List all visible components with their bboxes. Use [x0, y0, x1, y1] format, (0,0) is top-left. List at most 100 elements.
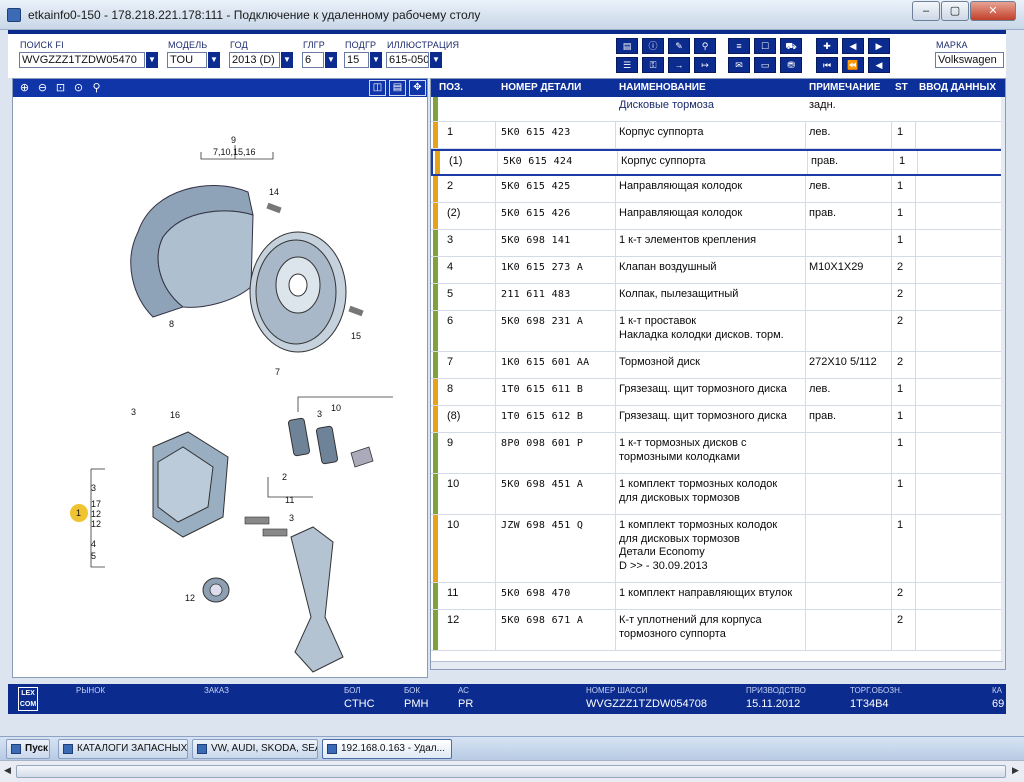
table-row[interactable]: 6 5K0 698 231 A 1 к-т проставок Накладка ко… [431, 311, 1005, 352]
status-value-gearbox: PMH [404, 698, 429, 710]
status-value-production: 15.11.2012 [746, 698, 801, 710]
table-row[interactable]: 9 8P0 098 601 P 1 к-т тормозных дисков с то… [431, 433, 1005, 474]
table-row[interactable]: 11 5K0 698 470 1 комплект направляющих вту… [431, 583, 1005, 610]
cell-part-number[interactable]: JZW 698 451 Q [501, 519, 583, 533]
column-header-name[interactable]: НАИМЕНОВАНИЕ [619, 82, 706, 93]
column-header-st[interactable]: ST [895, 82, 908, 93]
cell-part-number[interactable]: 5K0 615 424 [503, 155, 573, 169]
back-icon[interactable]: ◀ [842, 38, 864, 54]
prev-page-icon[interactable]: ⏪ [842, 57, 864, 73]
window-titlebar[interactable]: etkainfo0-150 - 178.218.221.178:111 - По… [0, 0, 1024, 30]
taskbar-item-remote-desktop[interactable]: 192.168.0.163 - Удал... [322, 739, 452, 759]
model-select[interactable]: TOU [167, 52, 207, 68]
table-row[interactable]: 3 5K0 698 141 1 к-т элементов крепления 1 [431, 230, 1005, 257]
subgroup-select[interactable]: 15 [344, 52, 369, 68]
main-group-select[interactable]: 6 [302, 52, 324, 68]
window-horizontal-scrollbar[interactable]: ◀ ▶ [0, 760, 1024, 782]
search-parts-icon[interactable]: ⚲ [694, 38, 716, 54]
arrow-right-icon[interactable]: → [668, 57, 690, 73]
illustration-select[interactable]: 615-050 [386, 52, 429, 68]
callout-label: 10 [331, 403, 341, 413]
scroll-thumb[interactable] [16, 765, 1006, 778]
brand-select[interactable]: Volkswagen [935, 52, 1004, 68]
cart-icon[interactable]: ⛟ [780, 38, 802, 54]
chevron-down-icon[interactable]: ▼ [208, 52, 220, 68]
cell-part-number[interactable]: 5K0 698 141 [501, 234, 571, 248]
table-row[interactable]: 10 JZW 698 451 Q 1 комплект тормозных коло… [431, 515, 1005, 583]
cell-part-number[interactable]: 5K0 615 425 [501, 180, 571, 194]
minimize-button[interactable]: – [912, 1, 940, 21]
year-select[interactable]: 2013 (D) [229, 52, 280, 68]
chevron-down-icon[interactable]: ▼ [370, 52, 382, 68]
scroll-right-icon[interactable]: ▶ [1012, 765, 1019, 776]
list-icon[interactable]: ☰ [616, 57, 638, 73]
jump-icon[interactable]: ↦ [694, 57, 716, 73]
table-row[interactable]: 1 5K0 615 423 Корпус суппорта лев. 1 [431, 122, 1005, 149]
vertical-scrollbar[interactable] [1001, 97, 1005, 669]
cell-name-line: тормозными колодками [619, 450, 741, 463]
column-header-part-number[interactable]: НОМЕР ДЕТАЛИ [501, 82, 581, 93]
table-row[interactable]: 10 5K0 698 451 A 1 комплект тормозных коло… [431, 474, 1005, 515]
column-header-note[interactable]: ПРИМЕЧАНИЕ [809, 82, 880, 93]
document-icon[interactable]: ▭ [754, 57, 776, 73]
cell-part-number[interactable]: 1T0 615 611 B [501, 383, 583, 397]
start-button[interactable]: Пуск [6, 739, 50, 759]
note-icon[interactable]: ✉ [728, 57, 750, 73]
table-row[interactable]: 8 1T0 615 611 B Грязезащ. щит тормозного д… [431, 379, 1005, 406]
cell-part-number[interactable]: 5K0 698 451 A [501, 478, 583, 492]
taskbar-item-vw-audi[interactable]: VW, AUDI, SKODA, SEAT [192, 739, 318, 759]
cell-part-number[interactable]: 5K0 698 470 [501, 587, 571, 601]
zoom-in-icon[interactable]: ⊕ [17, 81, 32, 95]
cell-part-number[interactable]: 8P0 098 601 P [501, 437, 583, 451]
chevron-down-icon[interactable]: ▼ [146, 52, 158, 68]
table-row[interactable]: 7 1K0 615 601 AA Тормозной диск 272X10 5/11… [431, 352, 1005, 379]
forward-icon[interactable]: ▶ [868, 38, 890, 54]
print-icon[interactable]: ▤ [616, 38, 638, 54]
key-icon[interactable]: ⚿ [642, 57, 664, 73]
zoom-fit-icon[interactable]: ⊙ [71, 81, 86, 95]
elsa-icon[interactable]: ≡ [728, 38, 750, 54]
zoom-out-icon[interactable]: ⊖ [35, 81, 50, 95]
service-icon[interactable]: ☐ [754, 38, 776, 54]
cell-part-number[interactable]: 1T0 615 612 B [501, 410, 583, 424]
cell-part-number[interactable]: 5K0 698 231 A [501, 315, 583, 329]
search-fi-input[interactable]: WVGZZZ1TZDW05470 [19, 52, 145, 68]
table-row[interactable]: (2) 5K0 615 426 Направляющая колодок прав. 1 [431, 203, 1005, 230]
chevron-down-icon[interactable]: ▼ [281, 52, 293, 68]
scroll-left-icon[interactable]: ◀ [4, 765, 11, 776]
column-header-data-entry[interactable]: ВВОД ДАННЫХ [919, 82, 996, 93]
table-row[interactable]: 4 1K0 615 273 A Клапан воздушный M10X1X29 2 [431, 257, 1005, 284]
chevron-down-icon[interactable]: ▼ [325, 52, 337, 68]
row-marker [433, 97, 438, 121]
pan-icon[interactable]: ✥ [409, 80, 426, 96]
table-row[interactable]: 5 211 611 483 Колпак, пылезащитный 2 [431, 284, 1005, 311]
zoom-area-icon[interactable]: ⊡ [53, 81, 68, 95]
next-page-icon[interactable]: ◀ [868, 57, 890, 73]
cell-part-number[interactable]: 1K0 615 601 AA [501, 356, 590, 370]
info-icon[interactable]: ⓘ [642, 38, 664, 54]
taskbar-item-catalogs[interactable]: КАТАЛОГИ ЗАПАСНЫХ ... [58, 739, 188, 759]
table-row[interactable]: 12 5K0 698 671 A К-т уплотнений для корпус… [431, 610, 1005, 651]
table-view-icon[interactable]: ▤ [389, 80, 406, 96]
magnifier-icon[interactable]: ⚲ [89, 81, 104, 95]
tools-icon[interactable]: ✎ [668, 38, 690, 54]
cell-part-number[interactable]: 5K0 698 671 A [501, 614, 583, 628]
table-row[interactable]: (1) 5K0 615 424 Корпус суппорта прав. 1 [431, 149, 1005, 176]
cell-part-number[interactable]: 211 611 483 [501, 288, 571, 302]
cell-name-line: Колпак, пылезащитный [619, 288, 739, 300]
table-row[interactable]: 2 5K0 615 425 Направляющая колодок лев. 1 [431, 176, 1005, 203]
split-view-icon[interactable]: ◫ [369, 80, 386, 96]
restore-button[interactable]: ▢ [941, 1, 969, 21]
cell-part-number[interactable]: 5K0 615 426 [501, 207, 571, 221]
brake-illustration[interactable]: 9 7,10,15,16 14 8 15 7 3 16 3 10 2 11 3 … [13, 97, 427, 677]
cell-part-number[interactable]: 5K0 615 423 [501, 126, 571, 140]
table-row[interactable]: (8) 1T0 615 612 B Грязезащ. щит тормозного… [431, 406, 1005, 433]
first-page-icon[interactable]: ⏮ [816, 57, 838, 73]
cell-part-number[interactable]: 1K0 615 273 A [501, 261, 583, 275]
horizontal-scrollbar[interactable] [431, 661, 1003, 669]
column-header-pos[interactable]: ПОЗ. [439, 82, 463, 93]
pin-icon[interactable]: ✚ [816, 38, 838, 54]
basket-icon[interactable]: ⛃ [780, 57, 802, 73]
chevron-down-icon[interactable]: ▼ [430, 52, 442, 68]
close-button[interactable]: ✕ [970, 1, 1016, 21]
